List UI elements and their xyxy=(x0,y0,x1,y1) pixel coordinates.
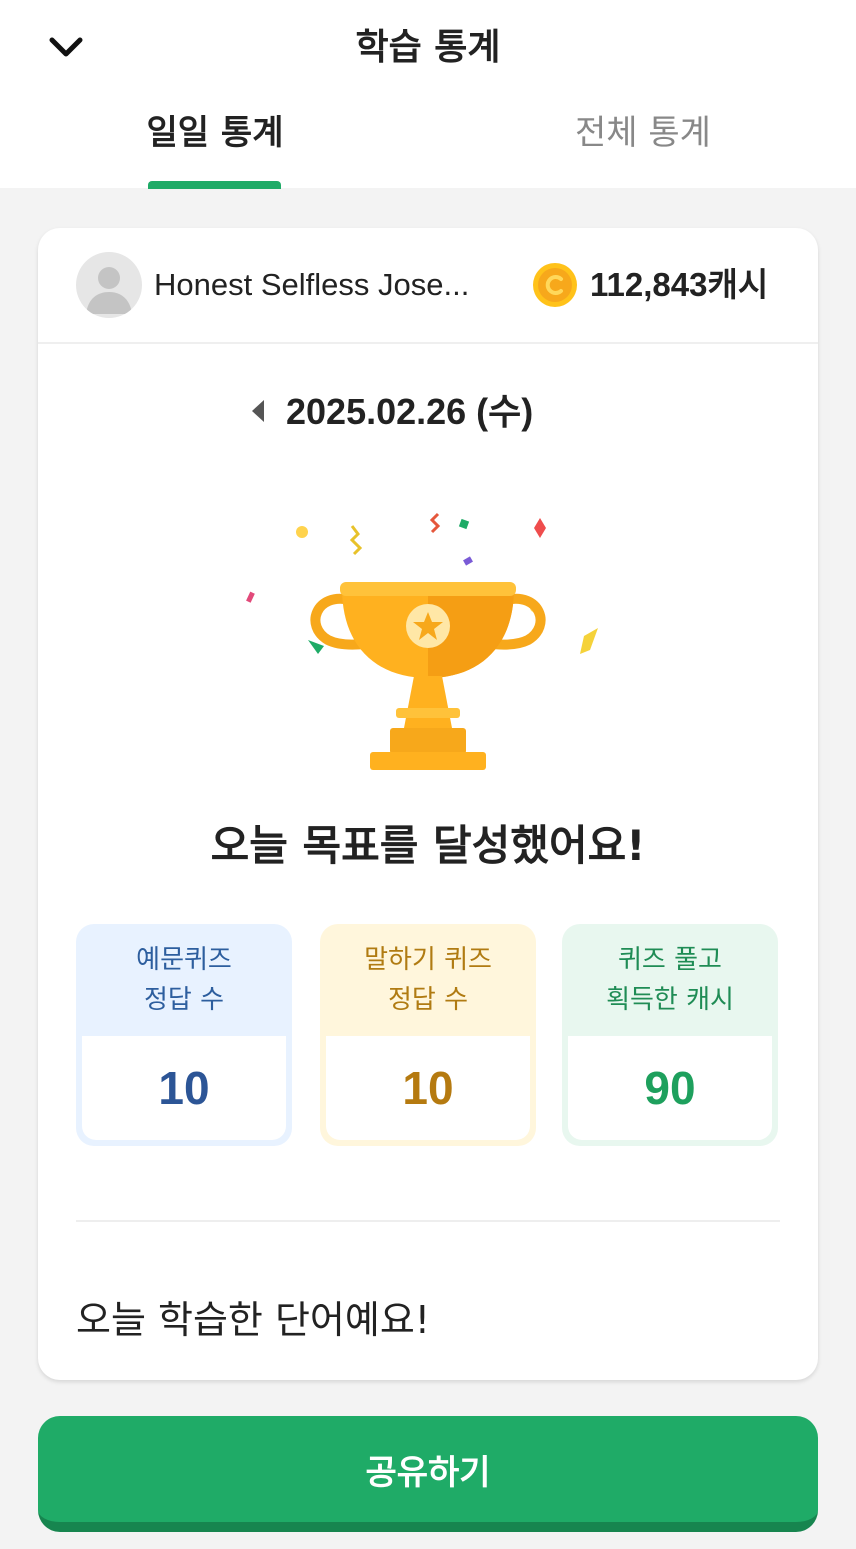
user-placeholder-icon xyxy=(86,267,132,314)
share-button[interactable]: 공유하기 xyxy=(38,1416,818,1532)
stat-card-speaking-quiz: 말하기 퀴즈 정답 수 10 xyxy=(320,924,536,1146)
stat-value: 10 xyxy=(82,1036,286,1140)
caret-left-icon[interactable] xyxy=(246,396,270,426)
avatar xyxy=(76,252,142,318)
learned-words-title: 오늘 학습한 단어예요! xyxy=(76,1298,431,1342)
goal-achieved-message: 오늘 목표를 달성했어요! xyxy=(210,821,646,870)
tab-total-stats[interactable]: 전체 통계 xyxy=(548,108,738,188)
profile-row: Honest Selfless Jose... 112,843캐시 xyxy=(38,228,818,344)
stat-label-line1: 퀴즈 풀고 xyxy=(618,945,722,975)
divider xyxy=(76,1220,780,1222)
active-tab-indicator xyxy=(148,181,281,189)
stat-label-line1: 말하기 퀴즈 xyxy=(364,945,492,975)
stat-label-line2: 획득한 캐시 xyxy=(606,985,734,1015)
page-title: 학습 통계 xyxy=(355,27,501,68)
coin-icon xyxy=(533,263,577,307)
stat-card-header: 퀴즈 풀고 획득한 캐시 xyxy=(562,924,778,1036)
tab-daily-stats[interactable]: 일일 통계 xyxy=(120,108,310,188)
stat-value: 90 xyxy=(568,1036,772,1140)
user-nickname: Honest Selfless Jose... xyxy=(154,267,470,302)
stat-card-header: 말하기 퀴즈 정답 수 xyxy=(320,924,536,1036)
cash-amount: 112,843캐시 xyxy=(590,266,769,303)
stat-value: 10 xyxy=(326,1036,530,1140)
stat-card-earned-cash: 퀴즈 풀고 획득한 캐시 90 xyxy=(562,924,778,1146)
stat-label-line2: 정답 수 xyxy=(387,985,469,1015)
stat-label-line1: 예문퀴즈 xyxy=(136,945,232,975)
date-label: 2025.02.26 (수) xyxy=(286,391,534,432)
daily-stats-card: Honest Selfless Jose... 112,843캐시 2025.0… xyxy=(38,228,818,1380)
stat-label-line2: 정답 수 xyxy=(143,985,225,1015)
stat-card-header: 예문퀴즈 정답 수 xyxy=(76,924,292,1036)
trophy-illustration xyxy=(246,512,598,770)
top-bar: 학습 통계 일일 통계 전체 통계 xyxy=(0,0,856,189)
stat-card-example-quiz: 예문퀴즈 정답 수 10 xyxy=(76,924,292,1146)
